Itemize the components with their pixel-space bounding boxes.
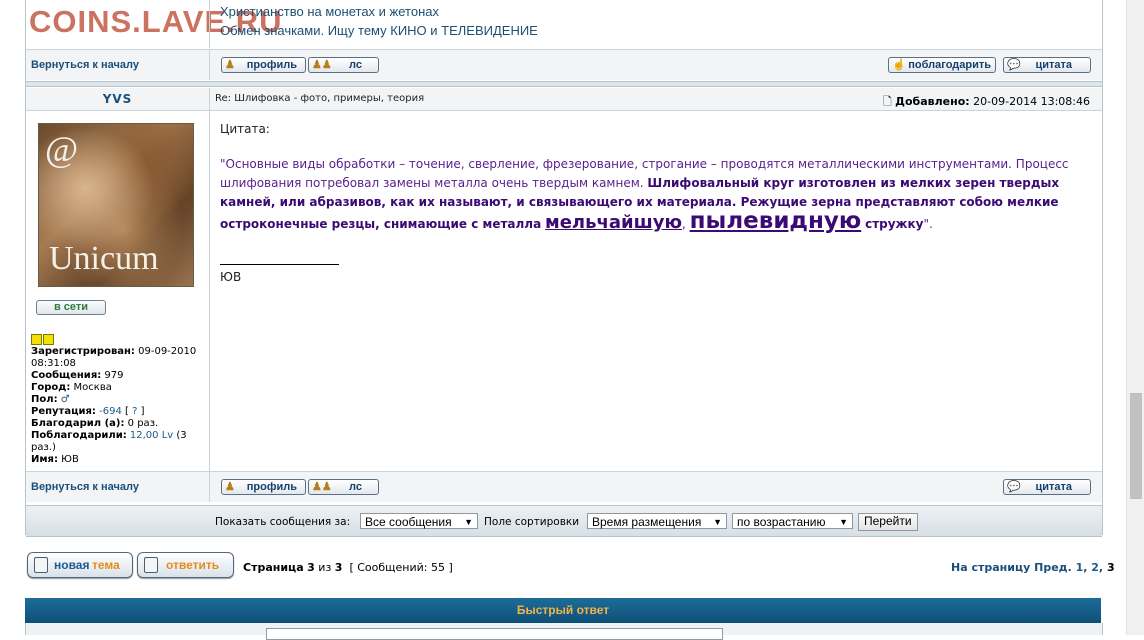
speech-bubble-icon: 💬 (1007, 59, 1021, 71)
page-link-1[interactable]: 1 (1076, 561, 1084, 574)
reputation-help-link[interactable]: ? (132, 406, 137, 417)
speech-bubble-icon: 💬 (1007, 481, 1021, 493)
users-icon: ♟♟ (312, 481, 332, 493)
quick-reply-row (25, 623, 1103, 640)
page-current-3: 3 (1106, 561, 1115, 574)
online-status-badge: в сети (36, 300, 106, 315)
post-icon[interactable]: 🗋 (883, 95, 892, 108)
user-icon: ♟ (225, 481, 235, 493)
emphasis-word: мельчайшую (545, 212, 682, 233)
reply-button[interactable]: ответить (137, 552, 234, 578)
quick-reply-header: Быстрый ответ (25, 598, 1101, 623)
period-select[interactable]: Все сообщения ▼ (360, 513, 478, 529)
message-count: [ Сообщений: 55 ] (349, 561, 453, 574)
signature-link-2[interactable]: Обмен значками. Ищу тему КИНО и ТЕЛЕВИДЕ… (220, 23, 538, 38)
profile-button[interactable]: ♟ профиль (221, 57, 306, 73)
reputation-link[interactable]: -694 (99, 406, 122, 417)
quote-button[interactable]: 💬 цитата (1003, 479, 1091, 495)
signature-link-1[interactable]: Христианство на монетах и жетонах (220, 4, 439, 19)
star-icon (43, 334, 54, 345)
thumbs-up-icon: ☝ (892, 59, 906, 71)
chevron-down-icon: ▼ (839, 517, 848, 527)
post-subject: Re: Шлифовка - фото, примеры, теория (215, 93, 425, 104)
post-header: YVS Re: Шлифовка - фото, примеры, теория… (26, 88, 1102, 111)
quick-reply-subject-input[interactable] (266, 628, 723, 640)
quote-button[interactable]: 💬 цитата (1003, 57, 1091, 73)
chevron-down-icon: ▼ (464, 517, 473, 527)
users-icon: ♟♟ (312, 59, 332, 71)
prev-page-link[interactable]: Пред. (1034, 561, 1072, 574)
post-text: Цитата: "Основные виды обработки – точен… (220, 122, 1090, 284)
star-icon (31, 334, 42, 345)
sort-field-label: Поле сортировки (484, 516, 580, 528)
document-icon (34, 557, 48, 573)
back-to-top-link[interactable]: Вернуться к началу (31, 481, 139, 493)
quote-text: "Основные виды обработки – точение, свер… (220, 157, 1069, 234)
emphasis-word: пылевидную (689, 208, 862, 234)
user-avatar: @ Unicum (38, 123, 194, 287)
back-to-top-link[interactable]: Вернуться к началу (31, 59, 139, 71)
post-separator (26, 81, 1102, 87)
sort-bar: Показать сообщения за: Все сообщения ▼ По… (26, 505, 1102, 537)
signature: ЮВ (220, 270, 242, 284)
signature-divider (220, 264, 339, 265)
profile-button[interactable]: ♟ профиль (221, 479, 306, 495)
scrollbar[interactable] (1126, 0, 1144, 635)
sort-order-select[interactable]: по возрастанию ▼ (732, 513, 853, 529)
forum-frame: COINS.LAVE.RU Христианство на монетах и … (25, 0, 1103, 537)
chevron-down-icon: ▼ (713, 517, 722, 527)
document-icon (144, 557, 158, 573)
post-actions: Вернуться к началу ♟ профиль ♟♟ лс 💬 цитата (26, 471, 1102, 502)
pagination: На страницу Пред. 1, 2, 3 (951, 561, 1115, 574)
page-link-2[interactable]: 2 (1091, 561, 1099, 574)
sort-field-select[interactable]: Время размещения ▼ (587, 513, 727, 529)
previous-post-actions: Вернуться к началу ♟ профиль ♟♟ лс ☝ поблаг… (26, 49, 1102, 80)
thank-button[interactable]: ☝ поблагодарить (888, 57, 996, 73)
page-info: Страница 3 из 3 [ Сообщений: 55 ] (243, 561, 453, 574)
post-date: 🗋 Добавлено: 20-09-2014 13:08:46 (882, 95, 1090, 108)
new-topic-button[interactable]: новая тема (27, 552, 133, 578)
user-icon: ♟ (225, 59, 235, 71)
scrollbar-thumb[interactable] (1130, 393, 1142, 499)
show-messages-label: Показать сообщения за: (215, 516, 351, 528)
thanked-by-link[interactable]: 12,00 Lv (130, 430, 173, 441)
private-message-button[interactable]: ♟♟ лс (308, 57, 379, 73)
go-button[interactable]: Перейти (858, 513, 918, 531)
quote-label: Цитата: (220, 122, 270, 136)
user-info: Зарегистрирован: 09-09-2010 08:31:08 Соо… (31, 346, 197, 465)
male-icon: ♂ (60, 394, 70, 405)
author-name[interactable]: YVS (26, 92, 209, 106)
private-message-button[interactable]: ♟♟ лс (308, 479, 379, 495)
previous-post-signature: Христианство на монетах и жетонах Обмен … (26, 0, 1102, 48)
